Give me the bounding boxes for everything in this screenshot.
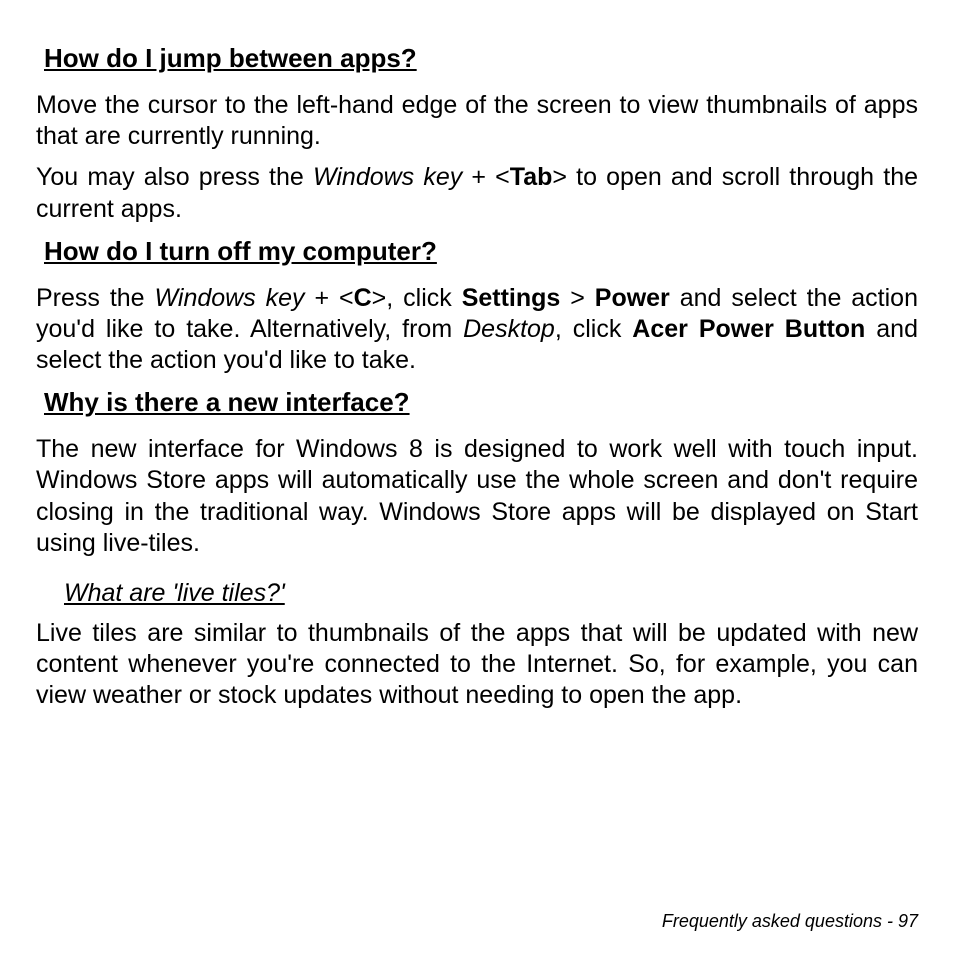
text: + < xyxy=(305,284,354,312)
windows-key-text: Windows key xyxy=(313,163,462,191)
desktop-text: Desktop xyxy=(463,315,555,343)
text: Press the xyxy=(36,284,155,312)
acer-power-button-text: Acer Power Button xyxy=(632,315,865,343)
page-footer: Frequently asked questions - 97 xyxy=(662,911,918,932)
paragraph: You may also press the Windows key + <Ta… xyxy=(36,162,918,225)
settings-text: Settings xyxy=(462,284,561,312)
text: , click xyxy=(555,315,632,343)
tab-key-text: Tab xyxy=(510,163,553,191)
text: >, click xyxy=(372,284,462,312)
power-text: Power xyxy=(595,284,670,312)
subheading-live-tiles: What are 'live tiles?' xyxy=(64,577,918,610)
document-page: How do I jump between apps? Move the cur… xyxy=(0,0,954,954)
paragraph: Live tiles are similar to thumbnails of … xyxy=(36,618,918,712)
c-key-text: C xyxy=(354,284,372,312)
heading-turn-off: How do I turn off my computer? xyxy=(44,235,918,269)
paragraph: Move the cursor to the left-hand edge of… xyxy=(36,90,918,153)
heading-jump-apps: How do I jump between apps? xyxy=(44,42,918,76)
text: You may also press the xyxy=(36,163,313,191)
windows-key-text: Windows key xyxy=(155,284,305,312)
paragraph: The new interface for Windows 8 is desig… xyxy=(36,434,918,559)
paragraph: Press the Windows key + <C>, click Setti… xyxy=(36,283,918,377)
heading-new-interface: Why is there a new interface? xyxy=(44,386,918,420)
text: > xyxy=(560,284,594,312)
text: + < xyxy=(462,163,510,191)
